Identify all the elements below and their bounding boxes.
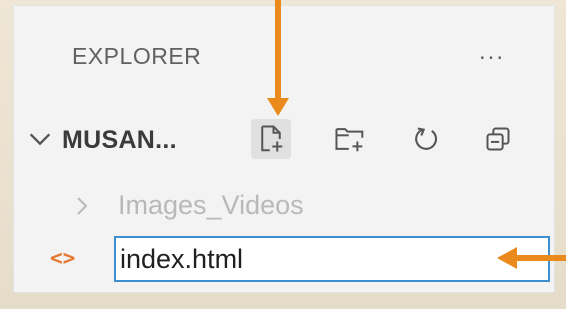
tree-item-label: Images_Videos [118,190,304,220]
new-file-row: <> [14,234,554,288]
annotation-arrow-left-head [497,247,517,269]
workspace-folder-name: MUSAN... [62,126,177,154]
collapse-all-icon[interactable] [478,119,518,159]
annotation-arrow-left [515,255,566,261]
explorer-title: EXPLORER [72,43,202,69]
more-actions-icon[interactable]: ... [469,34,515,70]
new-file-icon[interactable] [251,119,291,159]
screenshot-frame: EXPLORER ... MUSAN... Images_Videos <> i… [0,0,566,309]
annotation-arrow-down-head [267,98,289,116]
explorer-panel: EXPLORER ... MUSAN... Images_Videos <> i… [14,6,554,292]
new-folder-icon[interactable] [330,119,370,159]
tree-item-folder[interactable]: Images_Videos [14,184,554,228]
workspace-folder-header[interactable]: MUSAN... [14,111,554,167]
chevron-down-icon[interactable] [26,125,54,153]
new-file-name-input[interactable] [114,236,550,282]
refresh-icon[interactable] [406,119,446,159]
html-file-icon: <> [50,246,76,270]
annotation-arrow-down [275,0,281,102]
chevron-right-icon[interactable] [70,194,94,218]
